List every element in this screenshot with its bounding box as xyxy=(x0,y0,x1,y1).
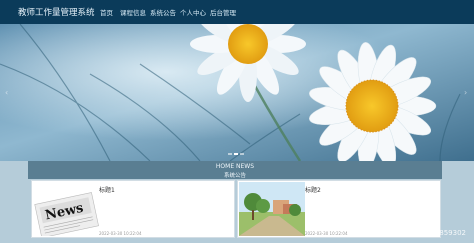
banner-image xyxy=(0,24,474,161)
banner-carousel[interactable] xyxy=(0,24,474,161)
nav-home[interactable]: 首页 xyxy=(100,7,113,17)
top-navbar: 教师工作量管理系统 首页 课程信息 系统公告 个人中心 后台管理 xyxy=(0,0,474,24)
news-card-date: 2022-03-30 10:22:04 xyxy=(305,231,348,236)
carousel-dot[interactable] xyxy=(234,153,238,155)
news-card-date: 2022-03-30 10:22:04 xyxy=(99,231,142,236)
section-header: HOME NEWS 系统公告 xyxy=(28,161,442,179)
section-title: HOME NEWS xyxy=(215,163,255,170)
site-brand[interactable]: 教师工作量管理系统 xyxy=(18,6,95,18)
news-thumbnail xyxy=(239,182,305,236)
news-card-title[interactable]: 标题1 xyxy=(99,185,115,194)
nav-admin[interactable]: 后台管理 xyxy=(210,7,236,17)
watermark: CSDN @qq1263859302 xyxy=(383,229,466,237)
nav-course-info[interactable]: 课程信息 xyxy=(120,7,146,17)
news-card-title[interactable]: 标题2 xyxy=(305,185,321,194)
nav-personal-center[interactable]: 个人中心 xyxy=(180,7,206,17)
nav-announcements[interactable]: 系统公告 xyxy=(150,7,176,17)
section-subtitle: 系统公告 xyxy=(223,173,246,179)
carousel-next-icon[interactable]: › xyxy=(464,88,467,97)
carousel-prev-icon[interactable]: ‹ xyxy=(5,88,8,97)
carousel-dot[interactable] xyxy=(228,153,232,155)
news-card[interactable]: News 标题1 2022-03-30 10:22:04 xyxy=(31,180,235,238)
carousel-dot[interactable] xyxy=(240,153,244,155)
news-thumbnail: News xyxy=(33,182,99,236)
